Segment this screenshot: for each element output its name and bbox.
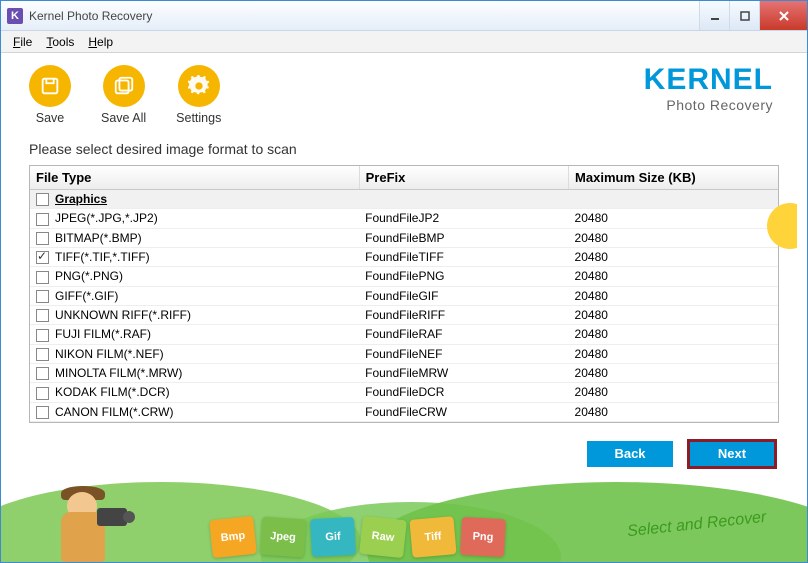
menu-help[interactable]: Help: [82, 33, 119, 51]
save-icon: [29, 65, 71, 107]
settings-button[interactable]: Settings: [176, 65, 221, 125]
row-checkbox[interactable]: [36, 329, 49, 342]
prefix-value: FoundFileDCR: [359, 383, 568, 402]
prefix-value: FoundFileRAF: [359, 325, 568, 344]
table-row[interactable]: MINOLTA FILM(*.MRW) FoundFileMRW20480: [30, 363, 778, 382]
file-type-table: File Type PreFix Maximum Size (KB) Graph…: [29, 165, 779, 423]
format-chips: BmpJpegGifRawTiffPng: [211, 518, 505, 556]
size-value: 20480: [569, 344, 778, 363]
size-value: 20480: [569, 305, 778, 324]
row-checkbox[interactable]: [36, 271, 49, 284]
format-chip: Raw: [359, 516, 407, 558]
row-checkbox[interactable]: [36, 387, 49, 400]
row-checkbox[interactable]: [36, 367, 49, 380]
size-value: 20480: [569, 209, 778, 228]
prefix-value: FoundFilePNG: [359, 267, 568, 286]
minimize-button[interactable]: [699, 1, 729, 30]
table-row[interactable]: GIFF(*.GIF) FoundFileGIF20480: [30, 286, 778, 305]
size-value: 20480: [569, 383, 778, 402]
size-value: 20480: [569, 286, 778, 305]
size-value: 20480: [569, 247, 778, 266]
file-type-label: BITMAP(*.BMP): [55, 231, 142, 245]
row-checkbox[interactable]: [36, 232, 49, 245]
prefix-value: FoundFileNEF: [359, 344, 568, 363]
titlebar: K Kernel Photo Recovery: [1, 1, 807, 31]
file-type-label: JPEG(*.JPG,*.JP2): [55, 211, 158, 225]
photographer-illustration: [31, 480, 141, 562]
file-type-label: NIKON FILM(*.NEF): [55, 347, 164, 361]
group-checkbox[interactable]: [36, 193, 49, 206]
save-button[interactable]: Save: [29, 65, 71, 125]
format-chip: Bmp: [209, 516, 257, 558]
table-row[interactable]: UNKNOWN RIFF(*.RIFF) FoundFileRIFF20480: [30, 305, 778, 324]
column-header-type[interactable]: File Type: [30, 166, 359, 190]
back-button[interactable]: Back: [587, 441, 673, 467]
size-value: 20480: [569, 363, 778, 382]
tagline-text: Select and Recover: [627, 509, 768, 541]
table-row[interactable]: BITMAP(*.BMP) FoundFileBMP20480: [30, 228, 778, 247]
table-row[interactable]: PNG(*.PNG) FoundFilePNG20480: [30, 267, 778, 286]
footer-decoration: BmpJpegGifRawTiffPng Select and Recover: [1, 472, 807, 562]
size-value: 20480: [569, 325, 778, 344]
row-checkbox[interactable]: [36, 309, 49, 322]
group-header[interactable]: Graphics: [30, 190, 778, 209]
gear-icon: [178, 65, 220, 107]
toolbar-label: Settings: [176, 111, 221, 125]
sun-decoration: [757, 203, 797, 249]
size-value: 20480: [569, 228, 778, 247]
format-chip: Jpeg: [260, 517, 307, 558]
row-checkbox[interactable]: [36, 213, 49, 226]
size-value: 20480: [569, 402, 778, 421]
table-row[interactable]: JPEG(*.JPG,*.JP2) FoundFileJP220480: [30, 209, 778, 228]
prefix-value: FoundFileRIFF: [359, 305, 568, 324]
prefix-value: FoundFileMRW: [359, 363, 568, 382]
row-checkbox[interactable]: [36, 406, 49, 419]
table-row[interactable]: FUJI FILM(*.RAF) FoundFileRAF20480: [30, 325, 778, 344]
table-row[interactable]: CANON FILM(*.CRW) FoundFileCRW20480: [30, 402, 778, 421]
file-type-label: CANON FILM(*.CRW): [55, 405, 173, 419]
save-all-icon: [103, 65, 145, 107]
format-chip: Tiff: [409, 516, 456, 558]
toolbar-label: Save All: [101, 111, 146, 125]
app-icon: K: [7, 8, 23, 24]
prefix-value: FoundFileBMP: [359, 228, 568, 247]
menu-tools[interactable]: Tools: [40, 33, 80, 51]
row-checkbox[interactable]: [36, 290, 49, 303]
file-type-label: FUJI FILM(*.RAF): [55, 327, 151, 341]
instruction-text: Please select desired image format to sc…: [29, 141, 779, 157]
format-chip: Gif: [310, 517, 356, 557]
row-checkbox[interactable]: [36, 251, 49, 264]
prefix-value: FoundFileCRW: [359, 402, 568, 421]
file-type-label: TIFF(*.TIF,*.TIFF): [55, 250, 150, 264]
save-all-button[interactable]: Save All: [101, 65, 146, 125]
table-row[interactable]: NIKON FILM(*.NEF) FoundFileNEF20480: [30, 344, 778, 363]
size-value: 20480: [569, 267, 778, 286]
prefix-value: FoundFileTIFF: [359, 247, 568, 266]
menubar: File Tools Help: [1, 31, 807, 53]
table-row[interactable]: TIFF(*.TIF,*.TIFF) FoundFileTIFF20480: [30, 247, 778, 266]
brand-subtitle: Photo Recovery: [644, 97, 773, 113]
toolbar-label: Save: [29, 111, 71, 125]
brand-name: KERNEL: [644, 63, 773, 97]
file-type-label: PNG(*.PNG): [55, 269, 123, 283]
file-type-label: MINOLTA FILM(*.MRW): [55, 366, 182, 380]
window-title: Kernel Photo Recovery: [29, 9, 699, 23]
file-type-label: KODAK FILM(*.DCR): [55, 385, 170, 399]
file-type-label: UNKNOWN RIFF(*.RIFF): [55, 308, 191, 322]
format-chip: Png: [460, 517, 506, 557]
column-header-size[interactable]: Maximum Size (KB): [569, 166, 778, 190]
brand-logo: KERNEL Photo Recovery: [644, 63, 773, 113]
prefix-value: FoundFileJP2: [359, 209, 568, 228]
file-type-label: GIFF(*.GIF): [55, 289, 118, 303]
close-button[interactable]: [759, 1, 807, 30]
menu-file[interactable]: File: [7, 33, 38, 51]
next-button[interactable]: Next: [689, 441, 775, 467]
prefix-value: FoundFileGIF: [359, 286, 568, 305]
maximize-button[interactable]: [729, 1, 759, 30]
column-header-prefix[interactable]: PreFix: [359, 166, 568, 190]
table-row[interactable]: KODAK FILM(*.DCR) FoundFileDCR20480: [30, 383, 778, 402]
row-checkbox[interactable]: [36, 348, 49, 361]
